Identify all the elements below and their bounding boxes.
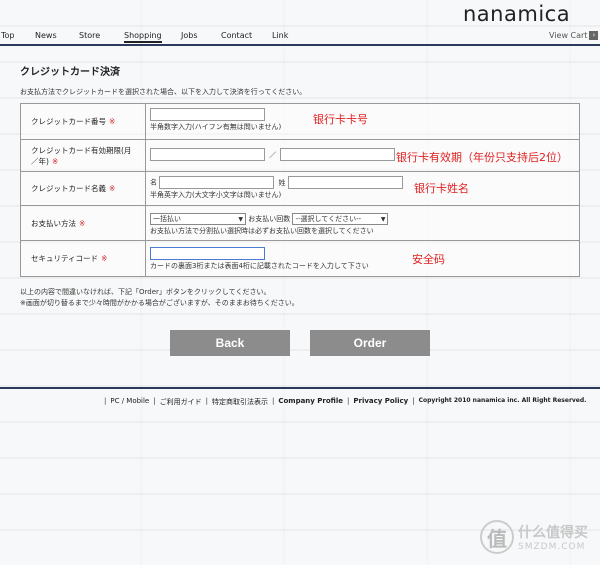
holder-label-text: クレジットカード名義: [31, 184, 106, 193]
holder-last-label: 姓: [278, 178, 286, 187]
expiry-month-input[interactable]: [150, 148, 265, 161]
copyright-text: Copyright 2010 nanamica inc. All Right R…: [418, 397, 587, 404]
nav-store[interactable]: Store: [79, 31, 100, 40]
footer-divider: [0, 387, 600, 389]
nav-news[interactable]: News: [35, 31, 57, 40]
nav-top[interactable]: Top: [1, 31, 15, 40]
card-number-label-text: クレジットカード番号: [31, 117, 106, 126]
footer-separator: |: [104, 397, 107, 405]
required-mark: ※: [79, 218, 86, 228]
footer-separator: |: [412, 397, 415, 405]
required-mark: ※: [101, 254, 108, 263]
smzdm-logo-icon: 值: [480, 520, 514, 554]
required-mark: ※: [109, 117, 116, 126]
back-button[interactable]: Back: [170, 330, 290, 356]
cart-arrow-icon: ›: [589, 31, 599, 40]
view-cart-label: View Cart: [549, 31, 588, 40]
expiry-label-value: クレジットカード有効期限(月／年): [31, 145, 132, 166]
required-mark: ※: [51, 156, 59, 166]
watermark-cn: 什么值得买: [518, 525, 588, 541]
expiry-separator: ／: [269, 150, 277, 159]
payment-label-text: お支払い方法: [31, 218, 76, 228]
payment-count-select[interactable]: --選択してください-- ▼: [292, 213, 389, 225]
card-number-cell: 半角数字入力(ハイフン有無は問いません) 银行卡卡号: [146, 104, 579, 139]
payment-method-select[interactable]: 一括払い ▼: [150, 213, 246, 225]
required-mark: ※: [109, 184, 116, 193]
payment-hint: お支払い方法で分割払い選択時は必ずお支払い回数を選択してください: [150, 227, 374, 235]
row-payment: お支払い方法 ※ 一括払い ▼ お支払い回数 --選択してください-- ▼ お支払い方…: [21, 206, 579, 241]
chevron-down-icon: ▼: [380, 215, 386, 223]
card-number-input[interactable]: [150, 108, 265, 121]
holder-first-label: 名: [150, 178, 157, 187]
row-card-number: クレジットカード番号 ※ 半角数字入力(ハイフン有無は問いません) 银行卡卡号: [21, 104, 579, 140]
brand-logo[interactable]: nanamica: [463, 2, 570, 26]
security-label-text: セキュリティコード: [31, 254, 99, 263]
smzdm-watermark: 值 什么值得买 SMZDM.COM: [480, 520, 588, 554]
row-security: セキュリティコード ※ カードの裏面3桁または表面4桁に記載されたコードを入力して…: [21, 241, 579, 276]
nav-jobs[interactable]: Jobs: [181, 31, 198, 40]
confirm-note: 以上の内容で間違いなければ、下記「Order」ボタンをクリックしてください。: [20, 288, 271, 296]
intro-text: お支払方法でクレジットカードを選択された場合、以下を入力して決済を行ってください…: [20, 88, 307, 96]
payment-count-value: --選択してください--: [295, 215, 362, 223]
card-number-annotation: 银行卡卡号: [313, 113, 368, 126]
view-cart-link[interactable]: View Cart ›: [549, 31, 599, 40]
payment-method-value: 一括払い: [153, 215, 181, 223]
row-holder: クレジットカード名義 ※ 名 姓 半角英字入力(大文字小文字は問いません) 银行卡…: [21, 172, 579, 206]
footer-link-pc-mobile[interactable]: PC / Mobile: [110, 397, 149, 407]
footer-separator: |: [271, 397, 275, 405]
main-nav: Top News Store Shopping Jobs Contact Lin…: [0, 31, 600, 44]
security-label: セキュリティコード ※: [21, 241, 146, 276]
payment-label: お支払い方法 ※: [21, 206, 146, 240]
holder-annotation: 银行卡姓名: [414, 182, 469, 195]
holder-cell: 名 姓 半角英字入力(大文字小文字は問いません) 银行卡姓名: [146, 172, 579, 205]
expiry-year-input[interactable]: [280, 148, 396, 161]
footer-links: | PC / Mobile | ご利用ガイド | 特定商取引法表示 | Comp…: [104, 397, 586, 407]
footer-link-guide[interactable]: ご利用ガイド: [160, 397, 202, 407]
expiry-cell: ／ 银行卡有效期（年份只支持后2位）: [146, 140, 579, 171]
order-button[interactable]: Order: [310, 330, 430, 356]
footer-separator: |: [153, 397, 156, 405]
payment-cell: 一括払い ▼ お支払い回数 --選択してください-- ▼ お支払い方法で分割払い選択…: [146, 206, 579, 240]
card-number-label: クレジットカード番号 ※: [21, 104, 146, 139]
holder-last-input[interactable]: [287, 176, 403, 189]
chevron-down-icon: ▼: [238, 215, 243, 223]
security-cell: カードの裏面3桁または表面4桁に記載されたコードを入力して下さい 安全码: [146, 241, 579, 276]
header-divider: [0, 44, 600, 46]
holder-first-input[interactable]: [159, 176, 275, 189]
footer-link-legal[interactable]: 特定商取引法表示: [212, 397, 268, 407]
nav-contact[interactable]: Contact: [221, 31, 252, 40]
expiry-label: クレジットカード有効期限(月／年) ※: [21, 140, 146, 171]
footer-link-company[interactable]: Company Profile: [278, 397, 343, 407]
wait-note: ※画面が切り替るまで少々時間がかかる場合がございますが、そのままお待ちください。: [20, 299, 299, 307]
security-code-input[interactable]: [150, 247, 265, 260]
security-hint: カードの裏面3桁または表面4桁に記載されたコードを入力して下さい: [150, 262, 369, 270]
watermark-en: SMZDM.COM: [518, 542, 586, 552]
holder-label: クレジットカード名義 ※: [21, 172, 146, 205]
footer-separator: |: [347, 397, 350, 405]
nav-shopping[interactable]: Shopping: [124, 31, 162, 43]
expiry-label-text: クレジットカード有効期限(月／年) ※: [31, 145, 135, 167]
security-annotation: 安全码: [412, 253, 445, 266]
holder-hint: 半角英字入力(大文字小文字は問いません): [150, 191, 282, 199]
expiry-annotation: 银行卡有效期（年份只支持后2位）: [396, 151, 568, 164]
footer-separator: |: [205, 397, 208, 405]
watermark-text: 什么值得买 SMZDM.COM: [518, 522, 588, 552]
row-expiry: クレジットカード有効期限(月／年) ※ ／ 银行卡有效期（年份只支持后2位）: [21, 140, 579, 172]
nav-link[interactable]: Link: [272, 31, 288, 40]
payment-count-label: お支払い回数: [248, 215, 291, 223]
page-title: クレジットカード決済: [20, 67, 120, 78]
payment-form: クレジットカード番号 ※ 半角数字入力(ハイフン有無は問いません) 银行卡卡号 ク…: [20, 103, 580, 277]
footer-link-privacy[interactable]: Privacy Policy: [353, 397, 408, 407]
